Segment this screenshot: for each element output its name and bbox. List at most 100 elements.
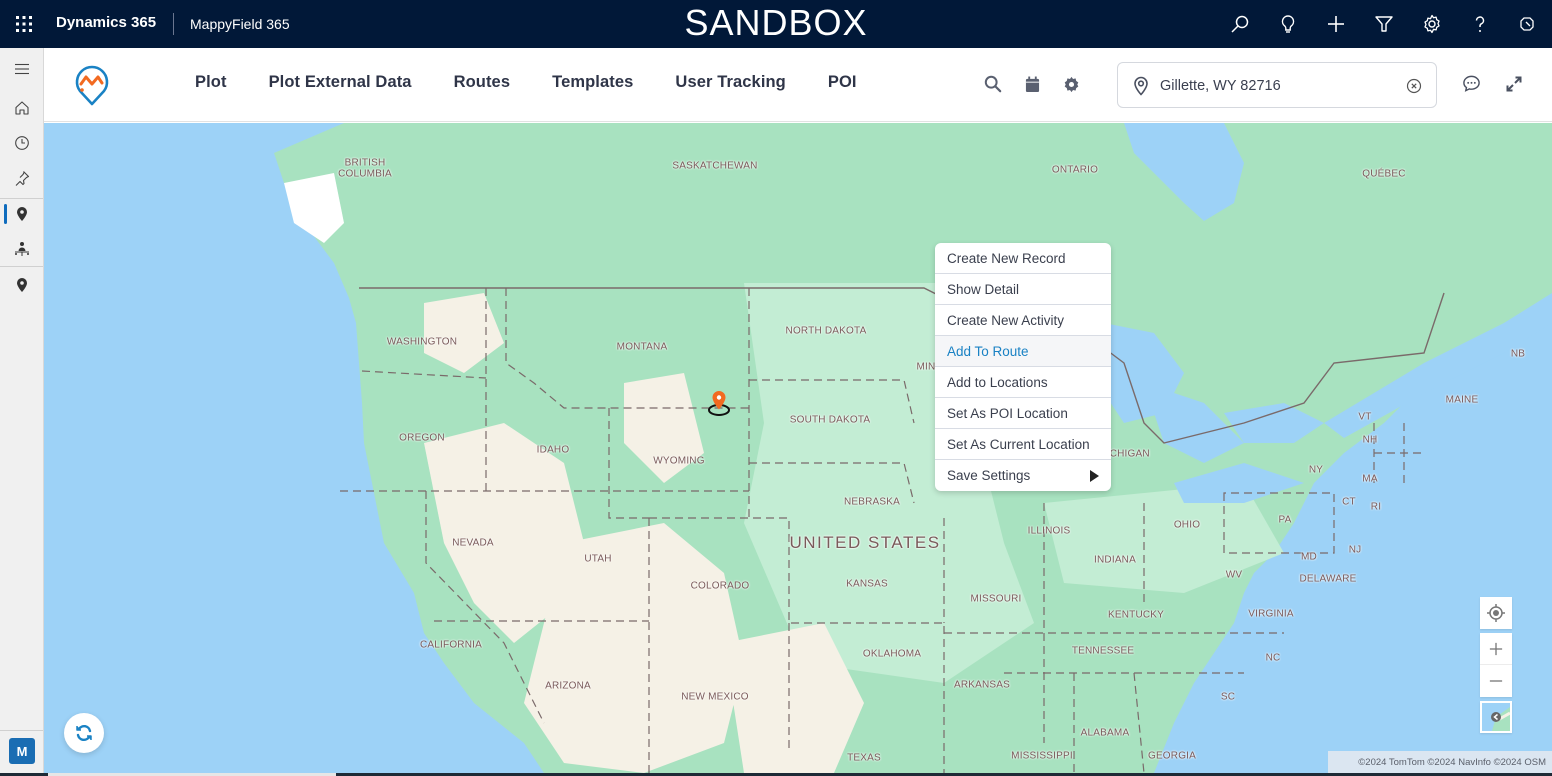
lightbulb-icon[interactable] <box>1264 0 1312 48</box>
map-label-delaware: DELAWARE <box>1299 573 1357 585</box>
ctx-label: Save Settings <box>947 468 1031 483</box>
map-label-kentucky: KENTUCKY <box>1107 609 1165 621</box>
map-label-georgia: GEORGIA <box>1147 750 1197 762</box>
map-label-ontario: ONTARIO <box>1051 164 1099 176</box>
map-label-mississippi: MISSISSIPPI <box>1011 750 1073 762</box>
ctx-label: Add to Locations <box>947 374 1048 390</box>
menu-icon[interactable] <box>0 52 44 86</box>
map-label-maine: MAINE <box>1445 394 1479 406</box>
ctx-create-new-activity[interactable]: Create New Activity <box>935 305 1111 336</box>
map-label-pa: PA <box>1278 514 1292 526</box>
app-launcher-icon[interactable] <box>14 14 34 34</box>
user-avatar[interactable]: M <box>9 738 35 764</box>
nav-divider <box>0 730 43 731</box>
map-label-indiana: INDIANA <box>1094 554 1136 566</box>
recent-icon[interactable] <box>0 126 44 160</box>
clear-icon[interactable] <box>1406 78 1422 94</box>
left-navigation <box>0 48 44 776</box>
map-label-columbia: COLUMBIA <box>338 168 392 180</box>
map-canvas[interactable]: BRITISH COLUMBIA SASKATCHEWAN ONTARIO QUÉBEC… <box>44 123 1552 773</box>
map-label-alabama: ALABAMA <box>1080 727 1130 739</box>
settings-icon[interactable] <box>1408 0 1456 48</box>
plus-icon[interactable] <box>1312 0 1360 48</box>
menu-poi[interactable]: POI <box>828 73 857 92</box>
locate-me-button[interactable] <box>1480 597 1512 629</box>
ctx-show-detail[interactable]: Show Detail <box>935 274 1111 305</box>
locate-icon <box>1487 604 1505 622</box>
map-marker-icon[interactable] <box>706 389 732 419</box>
menu-plot[interactable]: Plot <box>195 73 227 92</box>
menu-routes[interactable]: Routes <box>454 73 511 92</box>
refresh-button[interactable] <box>64 713 104 753</box>
map-style-button[interactable] <box>1480 701 1512 733</box>
map-label-saskatchewan: SASKATCHEWAN <box>672 160 758 172</box>
refresh-icon <box>76 724 92 742</box>
ctx-add-to-route[interactable]: Add To Route <box>935 336 1111 367</box>
map-label-ma: MA <box>1362 473 1378 485</box>
ctx-label: Show Detail <box>947 281 1020 297</box>
map-label-illinois: ILLINOIS <box>1027 525 1071 537</box>
ctx-set-as-current-location[interactable]: Set As Current Location <box>935 429 1111 460</box>
menu-plot-external-data[interactable]: Plot External Data <box>269 73 412 92</box>
map-label-wv: WV <box>1225 569 1243 581</box>
map-label-montana: MONTANA <box>616 341 668 353</box>
ctx-label: Set As Current Location <box>947 436 1090 452</box>
ctx-label: Create New Activity <box>947 312 1065 328</box>
app-name[interactable]: Dynamics 365 <box>56 14 156 31</box>
expand-icon[interactable] <box>1504 74 1524 94</box>
ctx-set-as-poi-location[interactable]: Set As POI Location <box>935 398 1111 429</box>
top-bar: Dynamics 365 MappyField 365 SANDBOX <box>0 0 1552 48</box>
map-label-arizona: ARIZONA <box>545 680 591 692</box>
zoom-out-button[interactable] <box>1480 665 1512 697</box>
zoom-in-button[interactable] <box>1480 633 1512 665</box>
map-label-british: BRITISH <box>344 157 386 169</box>
map-label-ri: RI <box>1370 501 1382 513</box>
location-pin-icon <box>1134 76 1148 96</box>
menu-templates[interactable]: Templates <box>552 73 633 92</box>
settings-icon[interactable] <box>1061 74 1081 94</box>
location-search-box <box>1117 62 1437 108</box>
menu-user-tracking[interactable]: User Tracking <box>675 73 785 92</box>
context-menu: Create New Record Show Detail Create New… <box>935 243 1111 491</box>
search-icon[interactable] <box>1216 0 1264 48</box>
network-icon[interactable] <box>0 232 44 266</box>
map-label-nebraska: NEBRASKA <box>843 496 901 508</box>
calendar-icon[interactable] <box>1022 74 1042 94</box>
location-icon[interactable] <box>0 268 44 302</box>
map-label-nc: NC <box>1265 652 1281 664</box>
map-style-icon <box>1482 703 1510 731</box>
map-label-north-dakota: NORTH DAKOTA <box>785 325 867 337</box>
search-icon[interactable] <box>983 74 1003 94</box>
map-label-utah: UTAH <box>584 553 612 565</box>
ctx-add-to-locations[interactable]: Add to Locations <box>935 367 1111 398</box>
home-icon[interactable] <box>0 91 44 125</box>
ctx-create-new-record[interactable]: Create New Record <box>935 243 1111 274</box>
map-label-ohio: OHIO <box>1173 519 1201 531</box>
app-module-name[interactable]: MappyField 365 <box>190 16 290 32</box>
map-label-wyoming: WYOMING <box>653 455 705 467</box>
map-label-ct: CT <box>1342 496 1356 508</box>
map-label-md: MD <box>1301 551 1317 563</box>
ctx-label: Set As POI Location <box>947 405 1068 421</box>
pin-icon[interactable] <box>0 161 44 195</box>
ctx-save-settings[interactable]: Save Settings <box>935 460 1111 491</box>
map-label-virginia: VIRGINIA <box>1248 608 1294 620</box>
map-label-new-mexico: NEW MEXICO <box>681 691 749 703</box>
main-menu: Plot Plot External Data Routes Templates… <box>195 73 899 92</box>
country-label: UNITED STATES <box>789 533 941 552</box>
map-base-layer <box>274 123 1552 773</box>
map-pin-icon[interactable] <box>0 197 44 231</box>
chat-icon[interactable] <box>1461 73 1481 93</box>
map-label-texas: TEXAS <box>847 752 881 764</box>
zoom-out-icon <box>1489 680 1503 682</box>
map-label-nb: NB <box>1510 348 1526 360</box>
filter-icon[interactable] <box>1360 0 1408 48</box>
mappyfield-logo[interactable] <box>74 64 110 106</box>
map-label-nh: NH <box>1362 434 1378 446</box>
location-input[interactable] <box>1160 75 1390 97</box>
help-icon[interactable] <box>1456 0 1504 48</box>
map-label-washington: WASHINGTON <box>386 336 458 348</box>
map-label-min: MIN <box>916 361 936 373</box>
copilot-icon[interactable] <box>1504 0 1552 48</box>
map-label-nj: NJ <box>1348 544 1362 556</box>
